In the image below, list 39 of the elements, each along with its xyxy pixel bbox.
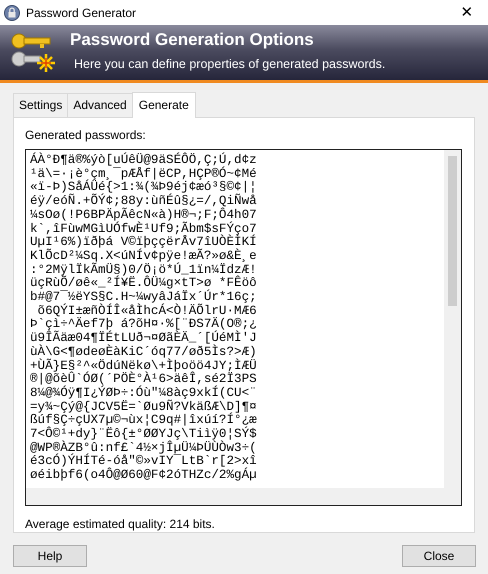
password-text: +ÙÃ}E§²^«ÖdúNëkø\+Ìþoöö4JY;ÌÆÜ <box>30 360 257 373</box>
password-text: :°2MÿlÏkÃmÜ§)0/Ö¡ö*Ú_1ïn¼ÏdzÆ! <box>30 264 257 277</box>
password-text: é3cÓ)ÝHÍTé-óå"©»vIY¯LtB`r[2>xî <box>30 455 257 468</box>
tab[interactable]: Settings <box>13 93 68 117</box>
password-text: ü9ÎÃäæ04¶ÏÉtLUð¬¤ØãÈÄ_´[ÚéMÌ'J <box>30 332 257 346</box>
password-text: ¼sOø(!P6BPÄpÃêcN«à)H®¬;F;Ô4h07 <box>30 208 257 222</box>
tab[interactable]: Generate <box>132 92 196 118</box>
keys-icon <box>10 32 56 74</box>
password-text: ùÀ\G<¶ødeøÈàKiC´óq77/øð5Ìs?>Æ) <box>30 346 257 359</box>
password-text: éÿ/eóÑ.+ÕÝ¢;88y:ùñÉû§¿=/,QiÑwå <box>30 195 257 208</box>
close-button[interactable]: ✕ <box>452 5 482 20</box>
password-text: «ï-Þ)SåÁÜé{>1:¾(¾Þ9éj¢æó³§©¢|¦ <box>30 181 257 194</box>
password-text: 7<Ô©¹+dy}¨Ëô{±°ØØYJç\Tiìÿ0¦SÝ$ <box>30 428 257 442</box>
quality-text: Average estimated quality: 214 bits. <box>25 516 216 533</box>
horizontal-scrollbar[interactable] <box>26 488 461 505</box>
generated-passwords-label: Generated passwords: <box>25 127 147 144</box>
window-title: Password Generator <box>26 4 136 22</box>
header-title: Password Generation Options <box>70 31 315 50</box>
close-dialog-button[interactable]: Close <box>402 545 476 567</box>
password-text: 8¼@¾Óÿ¶I¿ÝØÞ÷:Óù"¼8àç9xkÍ(CU<¨ <box>30 386 257 400</box>
password-text: õ6QÝI±æñÒÍÎ«åÌhcÁ<Ò!ÄÕlrU·MÆ6 <box>38 304 257 318</box>
password-text: ÁÀ°Ð¶ä®%ýò[uÚêÜ@9äSÉÔÖ,Ç;Ú,d¢z <box>30 154 257 167</box>
password-text: =y¾~Çý@{JCV5Ë=`Øu9Ñ?VkäßÆ\D]¶¤ <box>30 400 257 414</box>
password-text: øéibþf6(o4Ô@Ø60@F¢2óTHZc/2%gÁµ <box>30 469 257 483</box>
password-text: b#@7¯½ëYS§C.H~¼wyâJáÏx´Úr*16ç; <box>30 291 257 304</box>
password-text: k`,îFùwMGìUÓfwÈ¹Uf9;Ãbm$sFÝço7 <box>30 222 257 236</box>
password-text: KlÕcD²¼Sq.X<úNÍv¢pÿe!æÃ?»ø&È¸e <box>30 250 257 263</box>
padlock-icon <box>4 4 20 20</box>
help-button[interactable]: Help <box>13 545 87 567</box>
password-text: ®|@õèÛ`ÓØ(´PÖÈ°À¹6>äêÎ,sé2Ï3PS <box>30 373 257 386</box>
password-text: ¹ä\=·¡è°çm¸¯pÆÅf|ëCP,HÇP®Ó~¢Mé <box>30 168 257 181</box>
vertical-scrollbar[interactable] <box>444 150 461 488</box>
password-text: @WP®ÀZB°û:nf£`4½×jÎµÜ¼ÞÜÙÒw3÷( <box>30 442 257 455</box>
password-text: ßúf§Ç÷çUX7µ©¬ùx¦C9q#|îxúí?Í°¿æ <box>30 414 257 428</box>
password-text: Þ`çì÷^Äef7þ á?õH¤·%[¨ÐS7Ä(O®;¿ <box>30 318 257 332</box>
generated-passwords-field[interactable] <box>25 149 462 506</box>
password-text: UµI¹6%)ïðþá V©ïþççërÅv7îUÒÈÌKÍ <box>30 236 257 250</box>
password-text: üçRùÕ/øê«_²Í¥Ë.ÔÜ¼g×tT>ø *FÊöô <box>30 277 257 290</box>
header-subtitle: Here you can define properties of generated passwords. <box>74 56 386 73</box>
